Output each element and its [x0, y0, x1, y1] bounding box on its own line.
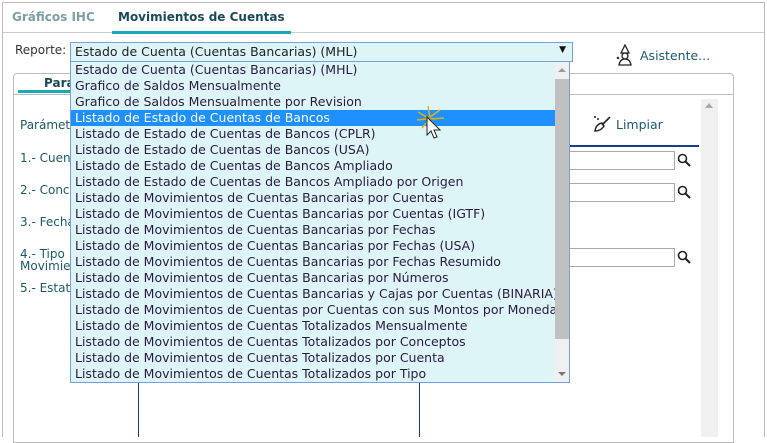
cuenta-input[interactable]: [570, 151, 675, 170]
dropdown-option[interactable]: Listado de Movimientos de Cuentas Totali…: [71, 334, 556, 350]
scroll-up-icon[interactable]: [558, 68, 566, 72]
dropdown-option[interactable]: Estado de Cuenta (Cuentas Bancarias) (MH…: [71, 62, 556, 78]
field-label-concepto: 2.- Conc: [20, 183, 70, 197]
dropdown-option[interactable]: Listado de Movimientos de Cuentas por Cu…: [71, 302, 557, 318]
reporte-selected-value: Estado de Cuenta (Cuentas Bancarias) (MH…: [75, 44, 358, 59]
concepto-input[interactable]: [570, 183, 675, 202]
scroll-up-icon[interactable]: [705, 103, 713, 108]
broom-icon: [594, 116, 611, 132]
dropdown-option[interactable]: Grafico de Saldos Mensualmente por Revis…: [71, 94, 556, 110]
dropdown-option[interactable]: Listado de Estado de Cuentas de Bancos A…: [71, 174, 556, 190]
search-icon[interactable]: [677, 153, 691, 167]
dropdown-option[interactable]: Listado de Estado de Cuentas de Bancos (…: [71, 142, 556, 158]
dropdown-option[interactable]: Listado de Movimientos de Cuentas Totali…: [71, 350, 556, 366]
column-divider: [419, 382, 420, 437]
limpiar-label: Limpiar: [616, 116, 663, 132]
dropdown-option[interactable]: Listado de Movimientos de Cuentas Bancar…: [71, 190, 556, 206]
dropdown-option[interactable]: Listado de Estado de Cuentas de Bancos A…: [71, 158, 556, 174]
mouse-cursor-icon: [416, 105, 445, 139]
dropdown-option[interactable]: Listado de Estado de Cuentas de Bancos (…: [71, 126, 556, 142]
search-icon[interactable]: [677, 250, 691, 264]
reporte-dropdown-list[interactable]: Estado de Cuenta (Cuentas Bancarias) (MH…: [70, 61, 570, 383]
search-icon[interactable]: [677, 185, 691, 199]
dropdown-option[interactable]: Listado de Movimientos de Cuentas Totali…: [71, 318, 556, 334]
asistente-label: Asistente...: [640, 47, 711, 63]
dropdown-option[interactable]: Listado de Movimientos de Cuentas Totali…: [71, 366, 556, 382]
dropdown-option[interactable]: Grafico de Saldos Mensualmente: [71, 78, 556, 94]
tab-parametros[interactable]: Pará: [18, 76, 78, 93]
field-label-cuenta: 1.- Cuen: [20, 151, 71, 165]
dropdown-options: Estado de Cuenta (Cuentas Bancarias) (MH…: [71, 62, 569, 382]
asistente-button[interactable]: Asistente...: [614, 44, 710, 66]
tab-movimientos-de-cuentas[interactable]: Movimientos de Cuentas: [112, 10, 291, 34]
scroll-down-icon[interactable]: [558, 372, 566, 376]
panel-scrollbar[interactable]: [701, 99, 718, 437]
dropdown-option[interactable]: Listado de Estado de Cuentas de Bancos: [71, 110, 556, 126]
parametros-label: Parámetr: [20, 118, 76, 132]
dropdown-option[interactable]: Listado de Movimientos de Cuentas Bancar…: [71, 270, 556, 286]
dropdown-scrollbar[interactable]: [555, 62, 569, 382]
dropdown-option[interactable]: Listado de Movimientos de Cuentas Bancar…: [71, 238, 556, 254]
wizard-icon: [616, 44, 632, 66]
dropdown-option[interactable]: Listado de Movimientos de Cuentas Bancar…: [71, 286, 558, 302]
reporte-select[interactable]: Estado de Cuenta (Cuentas Bancarias) (MH…: [70, 42, 573, 62]
scrollbar-thumb[interactable]: [555, 79, 569, 339]
dropdown-option[interactable]: Listado de Movimientos de Cuentas Bancar…: [71, 222, 556, 238]
dropdown-option[interactable]: Listado de Movimientos de Cuentas Bancar…: [71, 206, 556, 222]
field-label-estatus: 5.- Estat: [20, 281, 71, 295]
tipo-input[interactable]: [570, 248, 675, 267]
tab-graficos-ihc[interactable]: Gráficos IHC: [12, 10, 95, 24]
field-label-fecha: 3.- Fecha: [20, 215, 75, 229]
column-divider: [138, 382, 139, 437]
dropdown-option[interactable]: Listado de Movimientos de Cuentas Bancar…: [71, 254, 556, 270]
reporte-label: Reporte:: [15, 43, 67, 57]
dropdown-arrow-icon[interactable]: ▼: [559, 45, 566, 55]
limpiar-button[interactable]: Limpiar: [592, 114, 663, 134]
